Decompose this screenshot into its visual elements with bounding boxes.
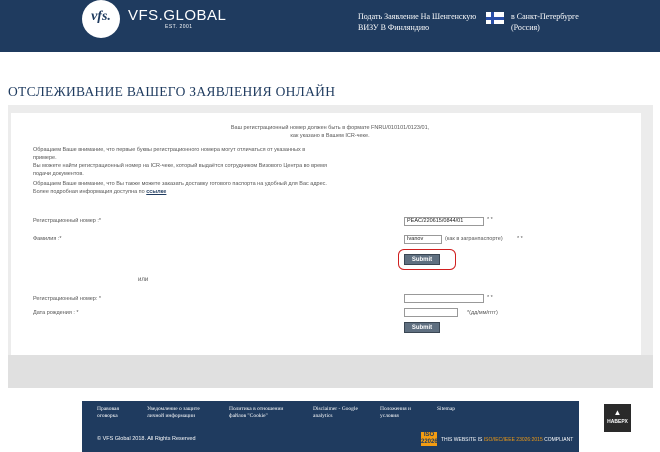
- icr-note: Вы можете найти регистрационный номер на…: [33, 163, 327, 177]
- footer-analytics-link[interactable]: Disclaimer - Google analytics: [313, 406, 363, 420]
- required-mark: * *: [487, 217, 493, 223]
- reg-number-label-2: Регистрационный номер: *: [33, 296, 102, 302]
- delivery-note: Обращаем Ваше внимание, что Вы также мож…: [33, 181, 327, 195]
- chevron-up-icon: ▲: [613, 408, 622, 417]
- back-to-top-button[interactable]: ▲ НАВЕРХ: [604, 404, 631, 432]
- letters-note: Обращаем Ваше внимание, что первые буквы…: [33, 147, 306, 161]
- footer-sitemap-link[interactable]: Sitemap: [437, 406, 467, 413]
- panel-bottom-bar: [8, 355, 653, 388]
- back-to-top-label: НАВЕРХ: [607, 419, 628, 425]
- or-divider: или: [138, 277, 149, 283]
- required-mark: * *: [487, 295, 493, 301]
- brand-established: EST. 2001: [165, 24, 193, 30]
- vfs-logo[interactable]: vfs.: [82, 0, 120, 38]
- footer-privacy-link[interactable]: Уведомление о защите личной информации: [147, 406, 217, 420]
- format-note: Ваш регистрационный номер должен быть в …: [230, 125, 430, 139]
- footer-legal-link[interactable]: Правовая оговорка: [97, 406, 137, 420]
- submit-button-1[interactable]: Submit: [404, 254, 440, 265]
- reg-number-input[interactable]: PEAC/220615/0844/01: [404, 217, 484, 226]
- iso-compliance: THIS WEBSITE IS ISO/IEC/IEEE 23026:2015 …: [441, 437, 574, 443]
- city-link[interactable]: в Санкт-Петербурге (Россия): [511, 11, 601, 33]
- surname-input[interactable]: Ivanov: [404, 235, 442, 244]
- page-title: ОТСЛЕЖИВАНИЕ ВАШЕГО ЗАЯВЛЕНИЯ ОНЛАЙН: [8, 84, 336, 99]
- dob-format-hint: *(дд/мм/гггг): [467, 310, 498, 316]
- surname-label: Фамилия :*: [33, 236, 62, 242]
- reg-number-label: Регистрационный номер :*: [33, 218, 102, 224]
- copyright: © VFS Global 2018. All Rights Reserved: [97, 436, 196, 442]
- finland-flag-icon: [486, 12, 504, 24]
- apply-visa-link[interactable]: Подать Заявление На Шенгенскую ВИЗУ В Фи…: [358, 11, 478, 33]
- dob-label: Дата рождения : *: [33, 310, 79, 316]
- dob-input[interactable]: [404, 308, 458, 317]
- surname-hint: (как в загранпаспорте): [445, 236, 503, 242]
- submit-button-2[interactable]: Submit: [404, 322, 440, 333]
- reg-number-input-2[interactable]: [404, 294, 484, 303]
- brand-name[interactable]: VFS.GLOBAL: [128, 7, 226, 24]
- iso-badge-icon: ISO 22026: [421, 432, 438, 446]
- footer-terms-link[interactable]: Положения и условия: [380, 406, 425, 420]
- more-info-link[interactable]: ссылке: [146, 189, 166, 195]
- footer-cookie-link[interactable]: Политика в отношении файлов "Cookie": [229, 406, 299, 420]
- required-mark: * *: [517, 236, 523, 242]
